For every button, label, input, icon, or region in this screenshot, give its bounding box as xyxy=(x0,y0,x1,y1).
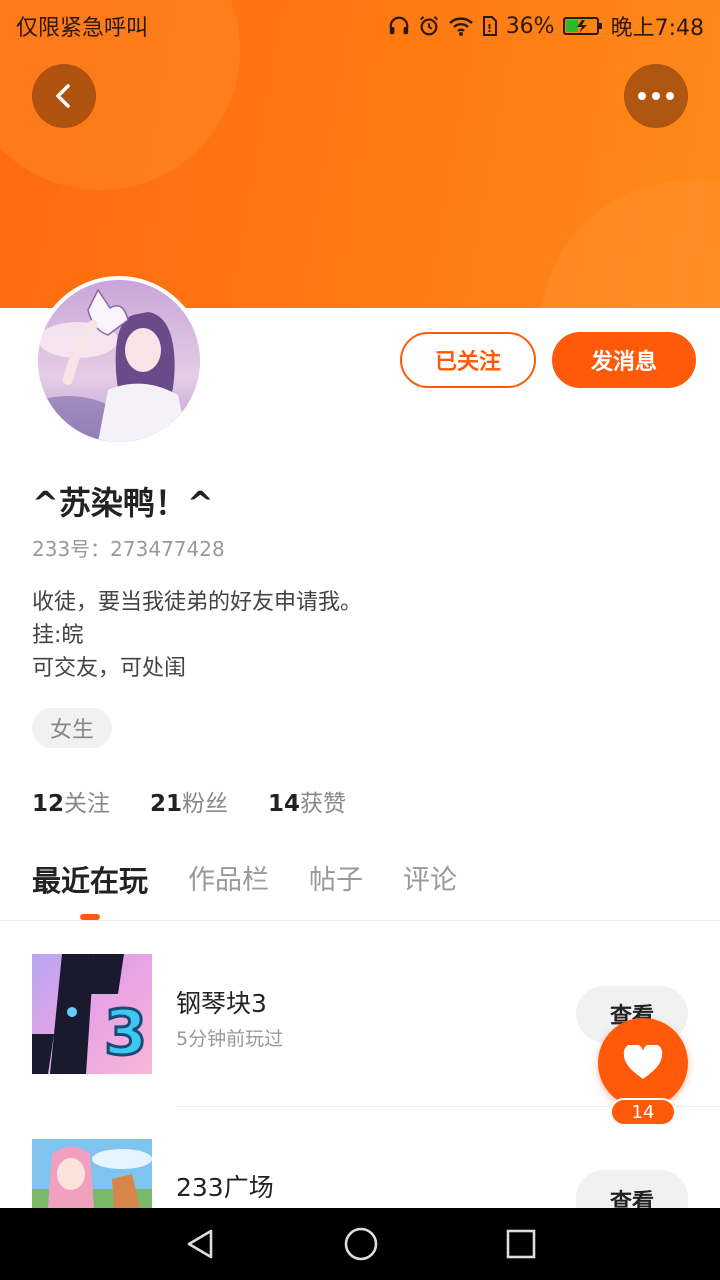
bio: 收徒，要当我徒弟的好友申请我。 挂:皖 可交友，可处闺 xyxy=(32,586,362,685)
stat-number: 14 xyxy=(268,791,301,817)
wifi-icon xyxy=(448,17,473,36)
plaza-icon xyxy=(32,1139,152,1208)
svg-text:3: 3 xyxy=(104,996,147,1069)
like-count-badge: 14 xyxy=(610,1098,676,1126)
nav-back-icon[interactable] xyxy=(183,1227,217,1261)
game-name: 钢琴块3 xyxy=(176,989,267,1018)
banner-decoration xyxy=(540,180,720,308)
stat-label: 关注 xyxy=(64,791,111,817)
tab-posts[interactable]: 帖子 xyxy=(309,858,363,900)
following-button[interactable]: 已关注 xyxy=(400,332,536,388)
more-options-button[interactable] xyxy=(624,64,688,128)
send-message-button[interactable]: 发消息 xyxy=(552,332,696,388)
bio-line: 收徒，要当我徒弟的好友申请我。 xyxy=(32,590,363,615)
username: ^苏染鸭！^ xyxy=(32,484,214,522)
battery-percent: 36% xyxy=(505,13,555,39)
stats-row: 12关注 21粉丝 14获赞 xyxy=(32,784,346,818)
user-id: 233号：273477428 xyxy=(32,537,225,561)
bio-line: 可交友，可处闺 xyxy=(32,656,187,681)
stat-following[interactable]: 12关注 xyxy=(32,784,110,818)
tab-works[interactable]: 作品栏 xyxy=(188,858,269,900)
sim-icon: ! xyxy=(482,16,497,36)
alarm-icon xyxy=(419,16,438,36)
like-button[interactable] xyxy=(598,1018,688,1108)
nav-home-icon[interactable] xyxy=(343,1226,379,1262)
heart-icon xyxy=(623,1045,663,1079)
stat-label: 获赞 xyxy=(300,791,347,817)
stat-label: 粉丝 xyxy=(182,791,229,817)
more-dots-icon xyxy=(638,92,674,100)
bio-line: 挂:皖 xyxy=(32,623,84,648)
status-bar: 仅限紧急呼叫 ! 36% 晚上7:48 xyxy=(0,0,720,50)
view-game-button[interactable]: 查看 xyxy=(576,1170,688,1208)
chevron-left-icon xyxy=(56,84,70,108)
stat-number: 21 xyxy=(150,791,183,817)
clock: 晚上7:48 xyxy=(610,16,704,41)
divider xyxy=(0,920,720,921)
game-icon-233-plaza[interactable] xyxy=(32,1139,152,1208)
game-last-played: 5分钟前玩过 xyxy=(176,1028,284,1050)
stat-number: 12 xyxy=(32,791,65,817)
stat-fans[interactable]: 21粉丝 xyxy=(150,784,228,818)
avatar[interactable] xyxy=(34,276,204,446)
avatar-image xyxy=(38,280,200,442)
game-icon-piano-tiles[interactable]: 3 xyxy=(32,954,152,1074)
back-button[interactable] xyxy=(32,64,96,128)
profile-tabs: 最近在玩 作品栏 帖子 评论 xyxy=(32,858,457,900)
system-nav-bar xyxy=(0,1208,720,1280)
carrier-text: 仅限紧急呼叫 xyxy=(16,16,149,41)
headphones-icon xyxy=(389,16,409,35)
stat-likes[interactable]: 14获赞 xyxy=(268,784,346,818)
piano-tiles-icon: 3 xyxy=(32,954,152,1074)
battery-charging-icon xyxy=(562,17,602,35)
game-name: 233广场 xyxy=(176,1173,274,1202)
gender-tag: 女生 xyxy=(32,708,112,748)
svg-text:!: ! xyxy=(487,22,492,35)
tab-recently-played[interactable]: 最近在玩 xyxy=(32,858,148,900)
tab-comments[interactable]: 评论 xyxy=(403,858,457,900)
nav-recents-icon[interactable] xyxy=(505,1228,537,1260)
